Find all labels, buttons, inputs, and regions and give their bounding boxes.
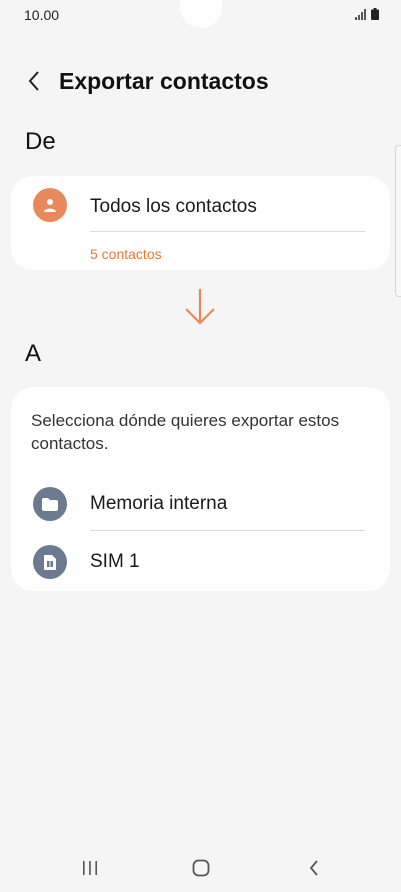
- battery-icon: [371, 8, 379, 20]
- export-description: Selecciona dónde quieres exportar estos …: [31, 411, 340, 453]
- internal-storage-label: Memoria interna: [90, 493, 228, 514]
- home-button[interactable]: [181, 850, 221, 886]
- recent-apps-button[interactable]: [70, 850, 110, 886]
- navigation-bar: [0, 842, 401, 892]
- sim-1-label: SIM 1: [90, 551, 140, 572]
- person-icon: [44, 199, 56, 212]
- option-sim-1[interactable]: SIM 1: [11, 536, 390, 586]
- from-section-label: De: [25, 128, 56, 155]
- scroll-indicator[interactable]: [395, 145, 401, 297]
- arrow-down-icon: [185, 289, 215, 325]
- back-button[interactable]: [20, 64, 48, 98]
- contacts-count: 5 contactos: [90, 246, 162, 262]
- status-icons: [355, 8, 379, 20]
- from-card[interactable]: Todos los contactos 5 contactos: [11, 176, 390, 270]
- from-divider: [90, 231, 365, 232]
- signal-icon: [355, 8, 366, 20]
- back-nav-icon: [309, 860, 318, 876]
- folder-icon-circle: [33, 487, 67, 521]
- app-header: Exportar contactos: [0, 62, 401, 102]
- back-nav-button[interactable]: [294, 850, 334, 886]
- all-contacts-label: Todos los contactos: [90, 196, 257, 217]
- home-icon: [192, 859, 210, 877]
- sim-card-icon: [44, 554, 56, 570]
- to-section-label: A: [25, 340, 42, 367]
- page-title: Exportar contactos: [59, 68, 269, 94]
- status-time: 10.00: [24, 7, 60, 23]
- contact-avatar: [33, 188, 67, 222]
- status-bar: 10.00: [0, 0, 401, 30]
- recent-apps-icon: [83, 861, 97, 875]
- folder-icon: [42, 497, 58, 511]
- to-divider: [90, 530, 365, 531]
- chevron-left-icon: [28, 71, 39, 91]
- option-internal-storage[interactable]: Memoria interna: [11, 477, 390, 527]
- to-card: Selecciona dónde quieres exportar estos …: [11, 387, 390, 591]
- sim-card-icon-circle: [33, 545, 67, 579]
- camera-notch: [180, 0, 222, 28]
